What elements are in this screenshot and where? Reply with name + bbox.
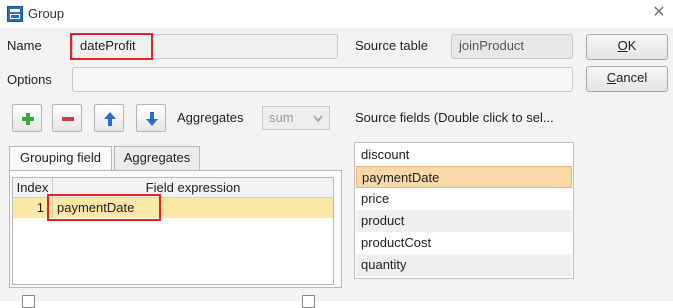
source-fields-list: discount paymentDate price product produ…: [354, 142, 574, 279]
move-down-button[interactable]: [136, 104, 166, 132]
cancel-label-rest: ancel: [616, 70, 648, 85]
options-label: Options: [7, 72, 52, 87]
cancel-button[interactable]: Cancel: [586, 66, 668, 92]
list-item[interactable]: price: [356, 188, 572, 210]
bottom-checkbox-left[interactable]: [22, 295, 35, 308]
name-label: Name: [7, 38, 42, 53]
ok-label-rest: K: [627, 38, 637, 53]
app-icon: [7, 6, 23, 22]
chevron-down-icon: [313, 115, 323, 123]
list-item[interactable]: quantity: [356, 254, 572, 276]
remove-button[interactable]: [52, 104, 82, 132]
aggregates-select[interactable]: sum: [262, 106, 330, 130]
name-highlight-box: [70, 33, 153, 60]
ok-mnemonic: O: [617, 38, 628, 53]
source-table-field: joinProduct: [451, 34, 573, 59]
close-icon[interactable]: ✕: [651, 4, 667, 22]
list-item[interactable]: product: [356, 210, 572, 232]
title-bar: Group ✕: [0, 0, 673, 28]
tab-aggregates[interactable]: Aggregates: [114, 146, 200, 170]
cancel-mnemonic: C: [606, 70, 617, 85]
source-fields-header: Source fields (Double click to sel...: [355, 110, 554, 125]
aggregates-select-value: sum: [269, 110, 294, 125]
minus-icon: [62, 117, 74, 121]
options-input[interactable]: [72, 67, 573, 92]
expression-highlight-box: [47, 194, 161, 221]
list-item[interactable]: discount: [356, 144, 572, 166]
source-table-label: Source table: [355, 38, 428, 53]
move-up-button[interactable]: [94, 104, 124, 132]
tab-grouping-field[interactable]: Grouping field: [9, 146, 112, 170]
aggregates-label: Aggregates: [177, 110, 244, 125]
plus-icon: [22, 113, 34, 125]
list-item-selected[interactable]: paymentDate: [356, 166, 572, 188]
ok-button[interactable]: OK: [586, 34, 668, 60]
list-item[interactable]: productCost: [356, 232, 572, 254]
add-button[interactable]: [12, 104, 42, 132]
bottom-checkbox-right[interactable]: [302, 295, 315, 308]
arrow-down-icon: [146, 112, 158, 126]
arrow-up-icon: [104, 112, 116, 126]
window-title: Group: [28, 6, 65, 21]
